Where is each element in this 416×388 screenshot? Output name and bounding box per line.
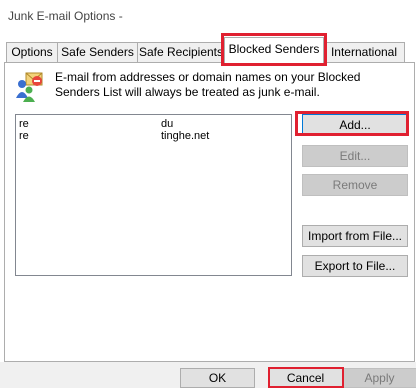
title-bar: Junk E-mail Options - [0,0,416,36]
apply-button[interactable]: Apply [342,368,416,388]
list-item-address: re [19,130,29,142]
export-to-file-button[interactable]: Export to File... [302,255,408,277]
highlight-box-cancel [268,367,344,388]
import-from-file-button[interactable]: Import from File... [302,225,408,247]
tab-safe-senders-label: Safe Senders [61,45,134,59]
blocked-senders-icon [16,72,43,102]
edit-button[interactable]: Edit... [302,145,408,167]
tab-options-label: Options [11,45,53,59]
tab-safe-recipients[interactable]: Safe Recipients [137,42,225,62]
list-item-domain: tinghe.net [161,130,210,142]
window-title: Junk E-mail Options - [8,9,123,23]
tab-international[interactable]: International [323,42,405,62]
remove-button[interactable]: Remove [302,174,408,196]
blocked-senders-list[interactable]: re du re tinghe.net [15,114,292,276]
highlight-box-tab [221,33,327,66]
tab-safe-recipients-label: Safe Recipients [138,45,224,59]
highlight-box-add [295,111,409,136]
tab-options[interactable]: Options [6,42,58,62]
tab-safe-senders[interactable]: Safe Senders [57,42,138,62]
tab-international-label: International [330,45,398,59]
description-text: E-mail from addresses or domain names on… [55,70,361,99]
ok-button[interactable]: OK [180,368,255,388]
list-item[interactable]: re tinghe.net [19,129,289,143]
